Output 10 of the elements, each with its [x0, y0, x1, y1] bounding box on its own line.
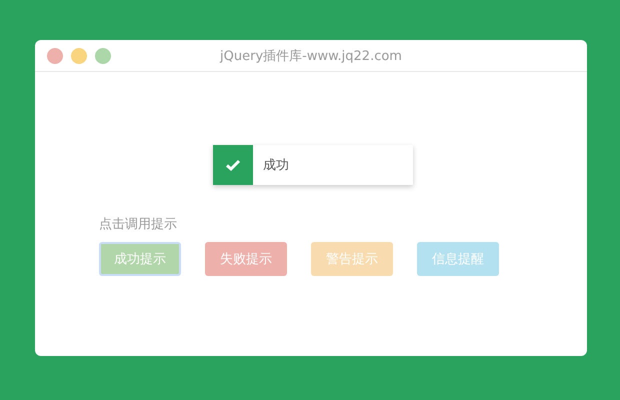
notify-button[interactable]: 信息提醒 [417, 242, 499, 276]
window-title: jQuery插件库-www.jq22.com [220, 48, 402, 64]
toast-message: 成功 [263, 157, 289, 174]
prompt-text: 点击调用提示 [99, 216, 177, 233]
notify-button[interactable]: 失败提示 [205, 242, 287, 276]
window-control[interactable] [95, 48, 111, 64]
notify-button[interactable]: 警告提示 [311, 242, 393, 276]
notify-button[interactable]: 成功提示 [99, 242, 181, 276]
window-control[interactable] [71, 48, 87, 64]
window-control[interactable] [47, 48, 63, 64]
